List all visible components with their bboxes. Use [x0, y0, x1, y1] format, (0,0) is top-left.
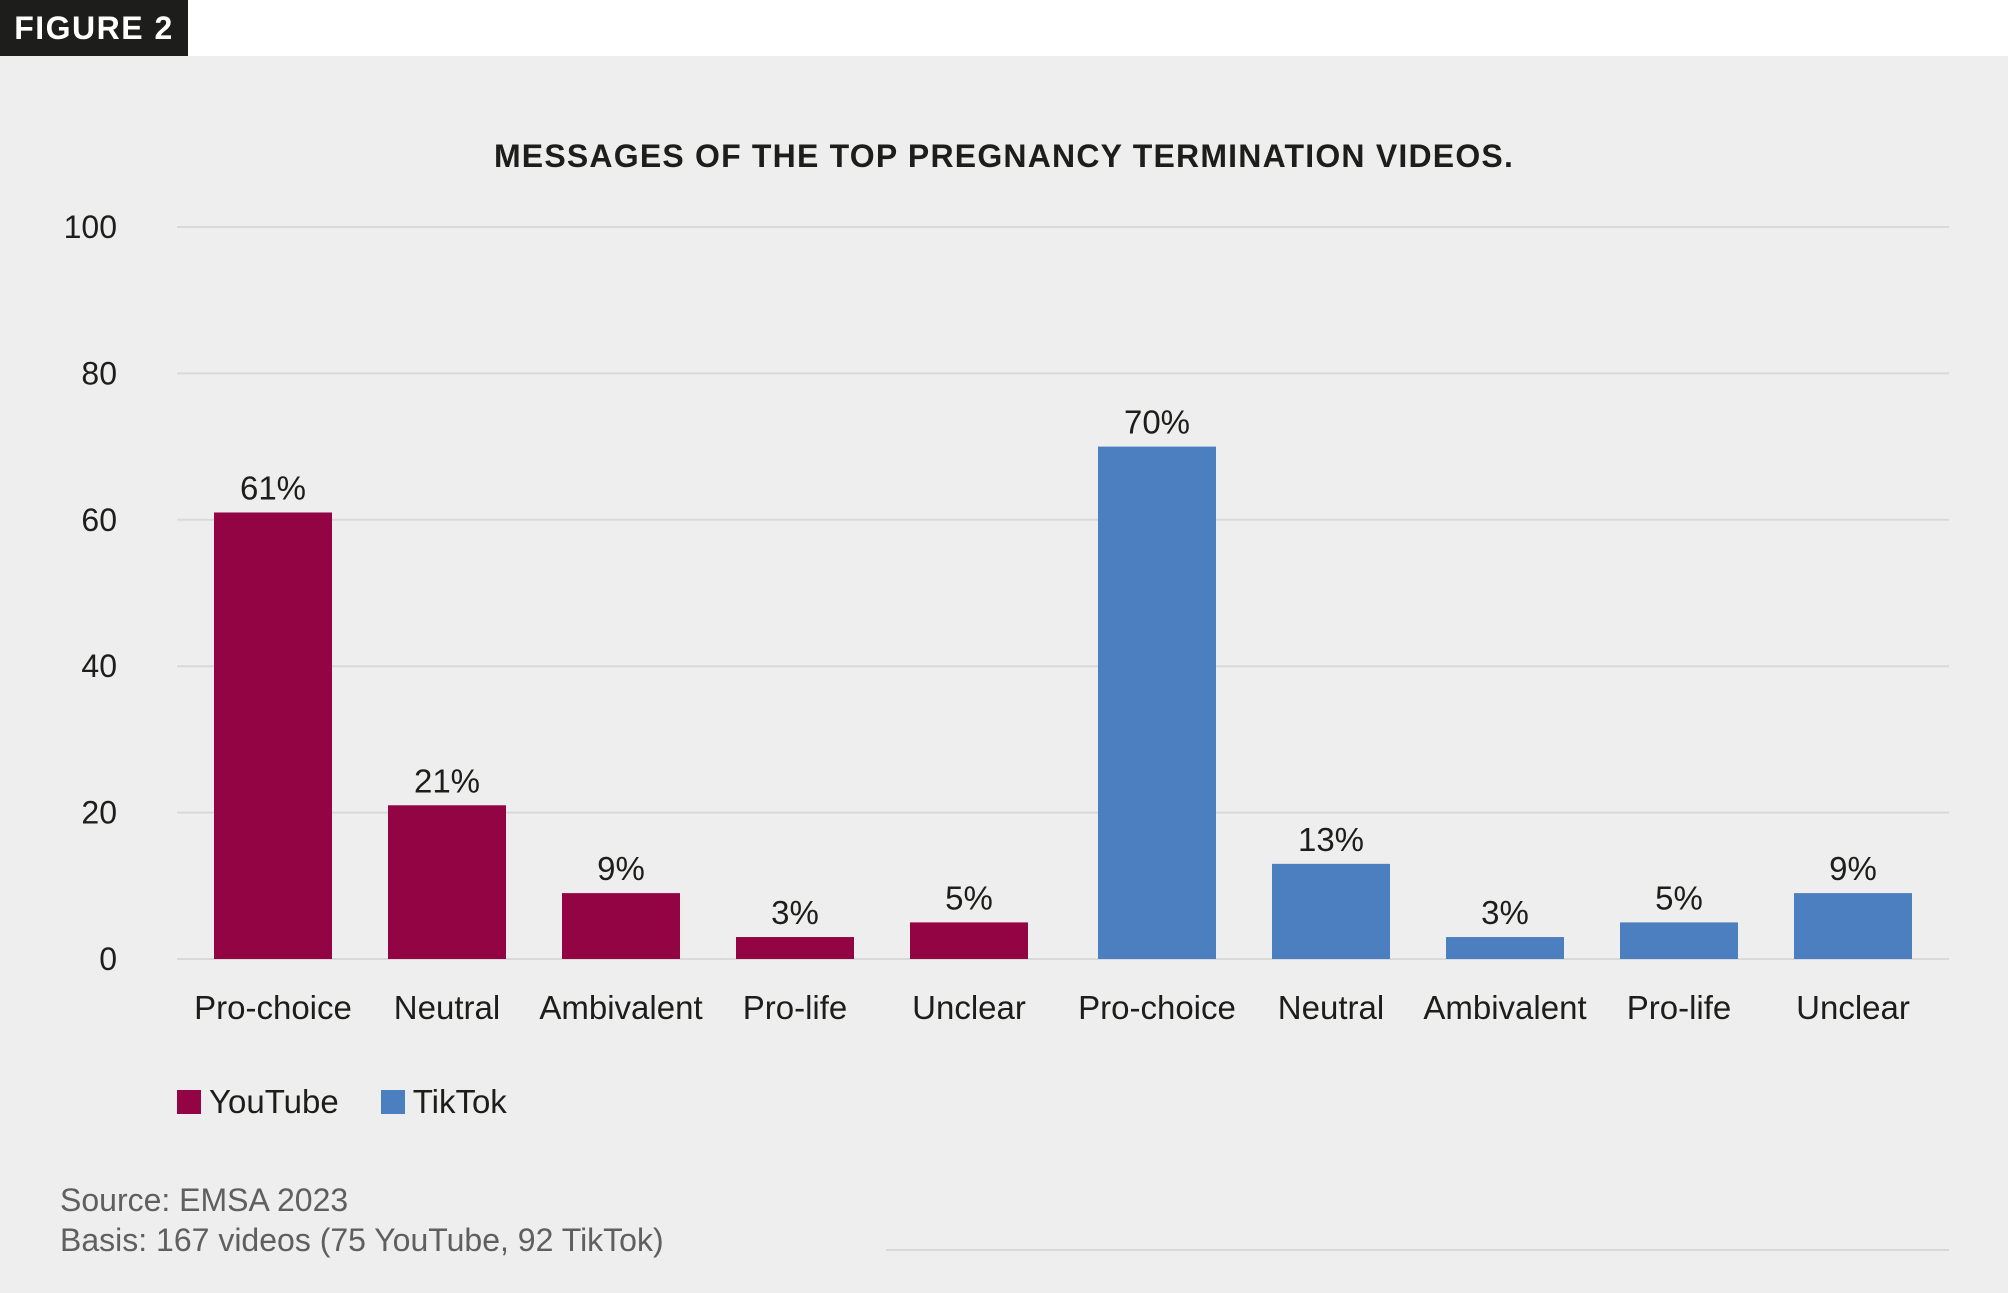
data-label-tiktok-pro-choice: 70% [1124, 404, 1190, 441]
x-tick-label: Pro-choice [194, 989, 352, 1026]
bar-tiktok-pro-choice [1098, 446, 1216, 960]
legend-item-youtube: YouTube [177, 1083, 339, 1121]
y-tick-label: 100 [64, 209, 117, 245]
y-tick-label: 80 [81, 355, 117, 391]
data-label-tiktok-ambivalent: 3% [1481, 894, 1529, 931]
data-label-tiktok-neutral: 13% [1298, 821, 1364, 858]
bar-tiktok-ambivalent [1446, 937, 1564, 959]
x-tick-label: Pro-choice [1078, 989, 1236, 1026]
bar-youtube-ambivalent [562, 893, 680, 959]
legend-swatch-tiktok [380, 1090, 405, 1114]
data-label-tiktok-unclear: 9% [1829, 850, 1877, 887]
x-tick-label: Pro-life [743, 989, 848, 1026]
x-tick-label: Ambivalent [539, 989, 702, 1026]
legend-item-tiktok: TikTok [380, 1083, 507, 1121]
x-axis-labels: Pro-choice Neutral Ambivalent Pro-life Uncle… [194, 989, 1910, 1026]
data-label-youtube-pro-life: 3% [771, 894, 819, 931]
legend-label-tiktok: TikTok [412, 1083, 507, 1120]
bar-youtube-pro-life [736, 937, 854, 959]
y-tick-label: 40 [81, 648, 117, 684]
legend-label-youtube: YouTube [209, 1083, 339, 1120]
y-axis-ticks: 0 20 40 60 80 100 [64, 209, 117, 977]
bottom-divider [886, 1249, 1949, 1251]
bar-youtube-unclear [910, 922, 1028, 959]
y-tick-label: 60 [81, 502, 117, 538]
basis-line: Basis: 167 videos (75 YouTube, 92 TikTok… [60, 1222, 664, 1258]
data-label-tiktok-pro-life: 5% [1655, 879, 1703, 916]
x-tick-label: Neutral [394, 989, 500, 1026]
y-tick-label: 0 [99, 941, 117, 977]
x-tick-label: Unclear [912, 989, 1026, 1026]
data-label-youtube-pro-choice: 61% [240, 469, 306, 506]
x-tick-label: Pro-life [1627, 989, 1732, 1026]
data-label-youtube-unclear: 5% [945, 879, 993, 916]
bar-youtube-neutral [388, 805, 506, 959]
x-tick-label: Ambivalent [1423, 989, 1586, 1026]
bar-tiktok-unclear [1794, 893, 1912, 959]
bar-youtube-pro-choice [214, 512, 332, 959]
source-note: Source: EMSA 2023 Basis: 167 videos (75 … [60, 1180, 664, 1260]
x-tick-label: Neutral [1278, 989, 1384, 1026]
y-tick-label: 20 [81, 795, 117, 831]
bar-tiktok-pro-life [1620, 922, 1738, 959]
source-line: Source: EMSA 2023 [60, 1182, 349, 1218]
data-label-youtube-neutral: 21% [414, 762, 480, 799]
bar-tiktok-neutral [1272, 863, 1390, 959]
x-tick-label: Unclear [1796, 989, 1910, 1026]
legend: YouTube TikTok [177, 1082, 549, 1122]
legend-swatch-youtube [177, 1090, 201, 1114]
data-label-youtube-ambivalent: 9% [597, 850, 645, 887]
